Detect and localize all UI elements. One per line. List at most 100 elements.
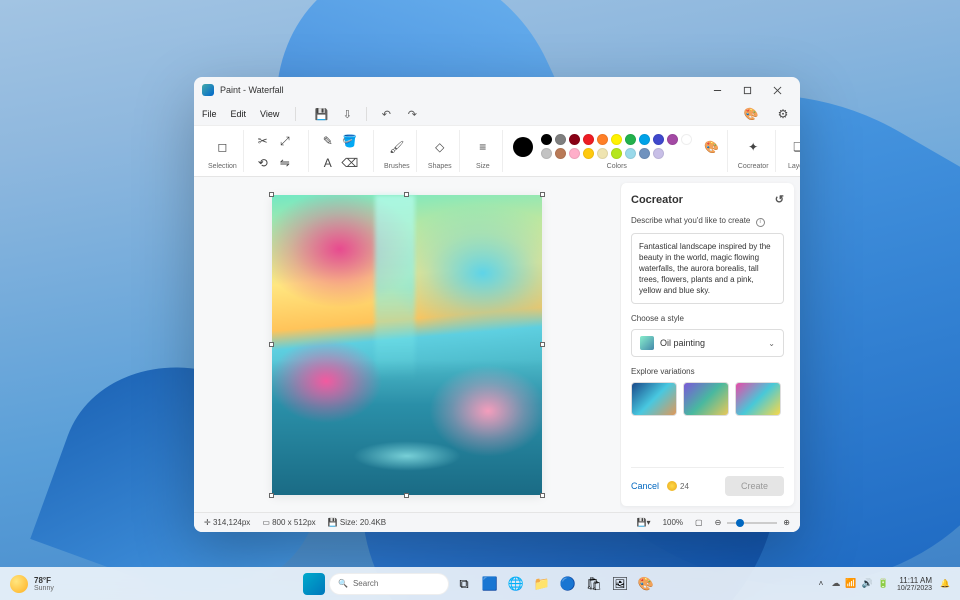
battery-icon[interactable]: 🔋 — [878, 578, 889, 589]
paint-taskbar-icon[interactable]: 🎨 — [635, 573, 657, 595]
rotate-icon[interactable]: ⟲ — [254, 154, 272, 172]
onedrive-icon[interactable]: ☁ — [831, 578, 840, 589]
color-swatch[interactable] — [653, 148, 664, 159]
resize-handle[interactable] — [269, 342, 274, 347]
resize-handle[interactable] — [404, 192, 409, 197]
volume-icon[interactable]: 🔊 — [862, 578, 873, 589]
store-icon[interactable]: 🛍 — [583, 573, 605, 595]
info-icon[interactable]: i — [756, 218, 765, 227]
close-button[interactable] — [762, 79, 792, 101]
explorer-icon[interactable]: 📁 — [531, 573, 553, 595]
menubar: File Edit View 💾 ⇩ ↶ ↷ 🎨 ⚙ — [194, 103, 800, 125]
weather-widget[interactable]: 78°F Sunny — [10, 575, 54, 593]
generated-image — [272, 195, 542, 495]
color-swatch[interactable] — [611, 134, 622, 145]
color-swatch[interactable] — [653, 134, 664, 145]
menu-view[interactable]: View — [260, 109, 279, 119]
search-icon: 🔍 — [338, 579, 348, 588]
style-dropdown[interactable]: Oil painting ⌄ — [631, 329, 784, 357]
flip-icon[interactable]: ⇋ — [276, 154, 294, 172]
chevron-up-icon[interactable]: ˄ — [819, 579, 824, 588]
task-view-icon[interactable]: ⧉ — [453, 573, 475, 595]
color1-swatch[interactable] — [513, 137, 533, 157]
layers-icon[interactable]: ❏ — [786, 134, 800, 160]
photos-icon[interactable]: 🖼 — [609, 573, 631, 595]
resize-handle[interactable] — [540, 192, 545, 197]
canvas-area[interactable] — [194, 177, 620, 512]
color-swatch[interactable] — [555, 134, 566, 145]
pencil-icon[interactable]: ✎ — [319, 132, 337, 150]
color-swatch[interactable] — [639, 148, 650, 159]
color-swatch[interactable] — [569, 148, 580, 159]
variation-thumb[interactable] — [683, 382, 729, 416]
color-swatch[interactable] — [667, 134, 678, 145]
ribbon-label-selection: Selection — [208, 163, 237, 170]
color-swatch[interactable] — [569, 134, 580, 145]
prompt-input[interactable]: Fantastical landscape inspired by the be… — [631, 233, 784, 305]
import-icon[interactable]: ⇩ — [338, 105, 356, 123]
undo-icon[interactable]: ↶ — [377, 105, 395, 123]
settings-icon[interactable]: ⚙ — [774, 105, 792, 123]
eraser-icon[interactable]: ⌫ — [341, 154, 359, 172]
resize-handle[interactable] — [540, 342, 545, 347]
selection-tool-icon[interactable]: ◻ — [209, 134, 235, 160]
color-swatch[interactable] — [625, 148, 636, 159]
edit-colors-icon[interactable]: 🎨 — [703, 138, 721, 156]
create-button[interactable]: Create — [725, 476, 784, 496]
maximize-button[interactable] — [732, 79, 762, 101]
start-button[interactable] — [303, 573, 325, 595]
zoom-in-button[interactable]: ⊕ — [783, 518, 790, 527]
canvas-dimensions: 800 x 512px — [272, 518, 316, 527]
text-icon[interactable]: A — [319, 154, 337, 172]
color-swatch[interactable] — [583, 134, 594, 145]
color-swatch[interactable] — [597, 148, 608, 159]
ribbon-label-shapes: Shapes — [428, 163, 452, 170]
auto-save-icon[interactable]: 💾▾ — [637, 518, 651, 527]
color-swatch[interactable] — [681, 134, 692, 145]
resize-handle[interactable] — [269, 493, 274, 498]
clock[interactable]: 11:11 AM 10/27/2023 — [897, 576, 932, 592]
resize-icon[interactable]: ⤢ — [276, 132, 294, 150]
titlebar[interactable]: Paint - Waterfall — [194, 77, 800, 103]
ribbon-label-colors: Colors — [607, 163, 627, 170]
size-icon[interactable]: ≡ — [470, 134, 496, 160]
fit-screen-icon[interactable]: ▢ — [695, 518, 703, 527]
canvas[interactable] — [272, 195, 542, 495]
history-icon[interactable]: ↺ — [775, 193, 784, 206]
widgets-icon[interactable]: 🌐 — [505, 573, 527, 595]
redo-icon[interactable]: ↷ — [403, 105, 421, 123]
color-swatch[interactable] — [541, 134, 552, 145]
color-swatch[interactable] — [555, 148, 566, 159]
zoom-slider[interactable] — [727, 522, 777, 524]
color-swatch[interactable] — [639, 134, 650, 145]
fill-icon[interactable]: 🪣 — [341, 132, 359, 150]
cocreator-panel: Cocreator ↺ Describe what you'd like to … — [620, 183, 794, 506]
copilot-icon[interactable]: 🎨 — [742, 105, 760, 123]
shapes-icon[interactable]: ◇ — [427, 134, 453, 160]
save-icon[interactable]: 💾 — [312, 105, 330, 123]
notifications-icon[interactable]: 🔔 — [940, 579, 950, 588]
resize-handle[interactable] — [269, 192, 274, 197]
color-swatch[interactable] — [611, 148, 622, 159]
paint-app-icon — [202, 84, 214, 96]
color-swatch[interactable] — [597, 134, 608, 145]
resize-handle[interactable] — [404, 493, 409, 498]
menu-file[interactable]: File — [202, 109, 217, 119]
copilot-icon[interactable]: 🟦 — [479, 573, 501, 595]
minimize-button[interactable] — [702, 79, 732, 101]
search-box[interactable]: 🔍 Search — [329, 573, 449, 595]
color-swatch[interactable] — [541, 148, 552, 159]
variation-thumb[interactable] — [631, 382, 677, 416]
resize-handle[interactable] — [540, 493, 545, 498]
color-swatch[interactable] — [625, 134, 636, 145]
crop-icon[interactable]: ✂ — [254, 132, 272, 150]
wifi-icon[interactable]: 📶 — [845, 578, 856, 589]
cocreator-icon[interactable]: ✦ — [740, 134, 766, 160]
variation-thumb[interactable] — [735, 382, 781, 416]
zoom-out-button[interactable]: ⊖ — [715, 518, 722, 527]
brushes-icon[interactable]: 🖌 — [384, 134, 410, 160]
color-swatch[interactable] — [583, 148, 594, 159]
edge-icon[interactable]: 🔵 — [557, 573, 579, 595]
cancel-button[interactable]: Cancel — [631, 481, 659, 491]
menu-edit[interactable]: Edit — [231, 109, 247, 119]
